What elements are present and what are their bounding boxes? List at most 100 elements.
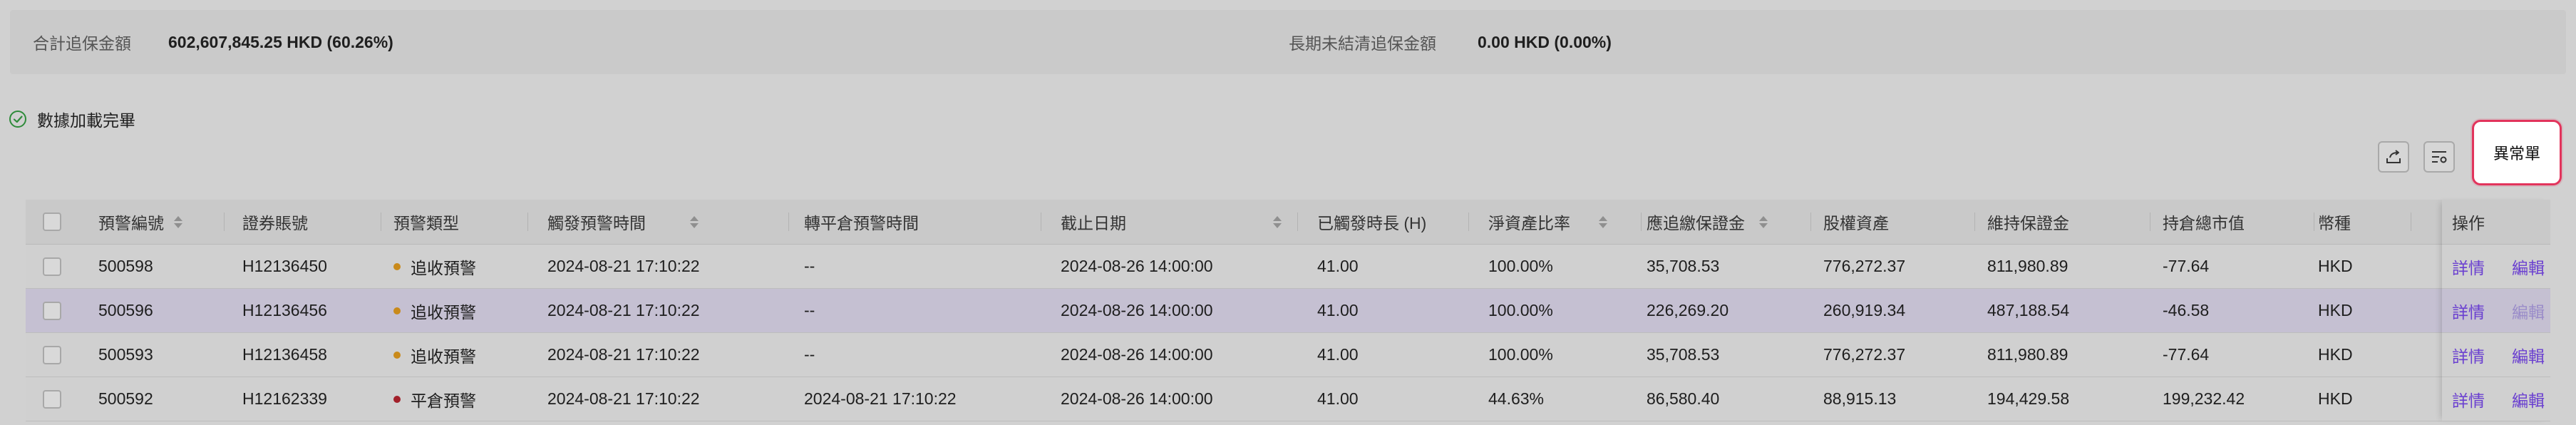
cell-trigger-time-text: 2024-08-21 17:10:22	[547, 301, 700, 319]
cell-alert-type: 追收預警	[393, 333, 476, 377]
cell-currency: HKD	[2318, 333, 2353, 377]
cell-margin-due-text: 35,708.53	[1647, 345, 1720, 364]
header-action: 操作	[2442, 200, 2550, 245]
cell-margin-due-text: 86,580.40	[1647, 389, 1720, 408]
alert-type-dot-icon	[393, 351, 401, 359]
row-checkbox[interactable]	[43, 345, 61, 364]
cell-deadline-text: 2024-08-26 14:00:00	[1061, 345, 1213, 364]
header-net-asset-ratio[interactable]: 淨資產比率	[1488, 200, 1607, 244]
cell-deadline: 2024-08-26 14:00:00	[1061, 377, 1213, 421]
cell-account-no-text: H12136456	[242, 301, 327, 319]
abnormal-orders-button[interactable]: 異常單	[2472, 120, 2562, 185]
cell-net-asset-ratio: 100.00%	[1488, 245, 1553, 288]
header-alert-type: 預警類型	[393, 200, 459, 244]
header-alert-no-label: 預警編號	[98, 214, 164, 232]
alert-type-dot-icon	[393, 395, 401, 403]
edit-link[interactable]: 編輯	[2512, 299, 2545, 323]
edit-link[interactable]: 編輯	[2512, 255, 2545, 279]
cell-deadline-text: 2024-08-26 14:00:00	[1061, 389, 1213, 408]
edit-link[interactable]: 編輯	[2512, 387, 2545, 411]
detail-link[interactable]: 詳情	[2452, 255, 2485, 279]
cell-market-value: -77.64	[2163, 333, 2209, 377]
cell-currency-text: HKD	[2318, 345, 2353, 364]
header-margin-due-label: 應追繳保證金	[1647, 214, 1745, 232]
header-trigger-time[interactable]: 觸發預警時間	[547, 200, 699, 244]
sort-icon[interactable]	[1273, 215, 1282, 228]
header-alert-no[interactable]: 預警編號	[98, 200, 182, 244]
detail-link[interactable]: 詳情	[2452, 387, 2485, 411]
header-trigger-time-label: 觸發預警時間	[547, 214, 646, 232]
row-checkbox[interactable]	[43, 389, 61, 409]
header-maintenance-margin-label: 維持保證金	[1987, 214, 2069, 232]
detail-link[interactable]: 詳情	[2452, 299, 2485, 323]
detail-link[interactable]: 詳情	[2452, 343, 2485, 367]
cell-elapsed: 41.00	[1317, 333, 1359, 377]
action-column-body: 詳情 編輯 詳情 編輯 詳情 編輯 詳情 編輯	[2442, 245, 2550, 421]
header-net-asset-ratio-label: 淨資產比率	[1488, 214, 1570, 232]
margin-summary-bar: 合計追保金額 602,607,845.25 HKD (60.26%) 長期未結清…	[10, 10, 2566, 74]
cell-alert-type-text: 追收預警	[411, 258, 476, 277]
table-row[interactable]: 500598 H12136450 追收預警 2024-08-21 17:10:22 --…	[26, 245, 2550, 289]
cell-elapsed-text: 41.00	[1317, 257, 1359, 275]
cell-alert-no: 500598	[98, 245, 153, 288]
header-alert-type-label: 預警類型	[393, 214, 459, 232]
cell-trigger-time: 2024-08-21 17:10:22	[547, 333, 700, 377]
header-maintenance-margin: 維持保證金	[1987, 200, 2069, 244]
row-checkbox-cell[interactable]	[43, 333, 61, 377]
table-body: 500598 H12136450 追收預警 2024-08-21 17:10:22 --…	[26, 245, 2550, 421]
cell-market-value: -46.58	[2163, 289, 2209, 332]
table-row[interactable]: 500596 H12136456 追收預警 2024-08-21 17:10:22 --…	[26, 289, 2550, 333]
cell-account-no-text: H12136450	[242, 257, 327, 275]
row-checkbox[interactable]	[43, 301, 61, 320]
sort-icon[interactable]	[174, 215, 182, 228]
column-settings-button[interactable]	[2423, 141, 2455, 173]
sort-icon[interactable]	[1759, 215, 1768, 228]
cell-trigger-time: 2024-08-21 17:10:22	[547, 245, 700, 288]
table-row[interactable]: 500592 H12162339 平倉預警 2024-08-21 17:10:22 20…	[26, 377, 2550, 421]
sort-icon[interactable]	[690, 215, 699, 228]
row-checkbox[interactable]	[43, 257, 61, 276]
alert-type-dot-icon	[393, 262, 401, 270]
sort-icon[interactable]	[1599, 215, 1607, 228]
long-outstanding-summary: 長期未結清追保金額 0.00 HKD (0.00%)	[1289, 10, 1612, 74]
cell-margin-due-text: 35,708.53	[1647, 257, 1720, 275]
select-all-checkbox-cell[interactable]	[43, 200, 61, 244]
row-checkbox-cell[interactable]	[43, 377, 61, 421]
cell-maintenance-margin-text: 811,980.89	[1987, 345, 2068, 364]
cell-liquidation-time: --	[804, 333, 815, 377]
cell-account-no: H12136458	[242, 333, 327, 377]
edit-link[interactable]: 編輯	[2512, 343, 2545, 367]
cell-maintenance-margin-text: 487,188.54	[1987, 301, 2070, 319]
cell-equity-text: 776,272.37	[1823, 257, 1906, 275]
cell-net-asset-ratio-text: 100.00%	[1488, 301, 1553, 319]
table-row[interactable]: 500593 H12136458 追收預警 2024-08-21 17:10:22 --…	[26, 333, 2550, 377]
long-outstanding-label: 長期未結清追保金額	[1289, 34, 1436, 53]
export-button[interactable]	[2378, 141, 2409, 173]
row-checkbox-cell[interactable]	[43, 245, 61, 288]
cell-net-asset-ratio: 100.00%	[1488, 333, 1553, 377]
row-checkbox-cell[interactable]	[43, 289, 61, 332]
cell-alert-no: 500596	[98, 289, 153, 332]
check-circle-icon	[9, 111, 26, 128]
cell-liquidation-time-text: --	[804, 257, 815, 275]
cell-maintenance-margin-text: 811,980.89	[1987, 257, 2068, 275]
cell-liquidation-time-text: --	[804, 345, 815, 364]
total-margin-call-value: 602,607,845.25 HKD (60.26%)	[168, 32, 393, 51]
cell-maintenance-margin-text: 194,429.58	[1987, 389, 2070, 408]
cell-account-no-text: H12136458	[242, 345, 327, 364]
cell-alert-type: 追收預警	[393, 245, 476, 288]
header-margin-due[interactable]: 應追繳保證金	[1647, 200, 1768, 244]
cell-liquidation-time-text: --	[804, 301, 815, 319]
cell-elapsed: 41.00	[1317, 245, 1359, 288]
header-market-value-label: 持倉總市值	[2163, 214, 2245, 232]
header-account-no: 證券賬號	[242, 200, 308, 244]
load-status: 數據加載完畢	[9, 107, 135, 131]
select-all-checkbox[interactable]	[43, 212, 61, 231]
cell-elapsed-text: 41.00	[1317, 389, 1359, 408]
header-deadline-label: 截止日期	[1061, 214, 1126, 232]
header-deadline[interactable]: 截止日期	[1061, 200, 1282, 244]
cell-net-asset-ratio-text: 44.63%	[1488, 389, 1545, 408]
load-status-text: 數據加載完畢	[37, 111, 135, 130]
cell-margin-due: 35,708.53	[1647, 333, 1719, 377]
cell-currency-text: HKD	[2318, 301, 2353, 319]
